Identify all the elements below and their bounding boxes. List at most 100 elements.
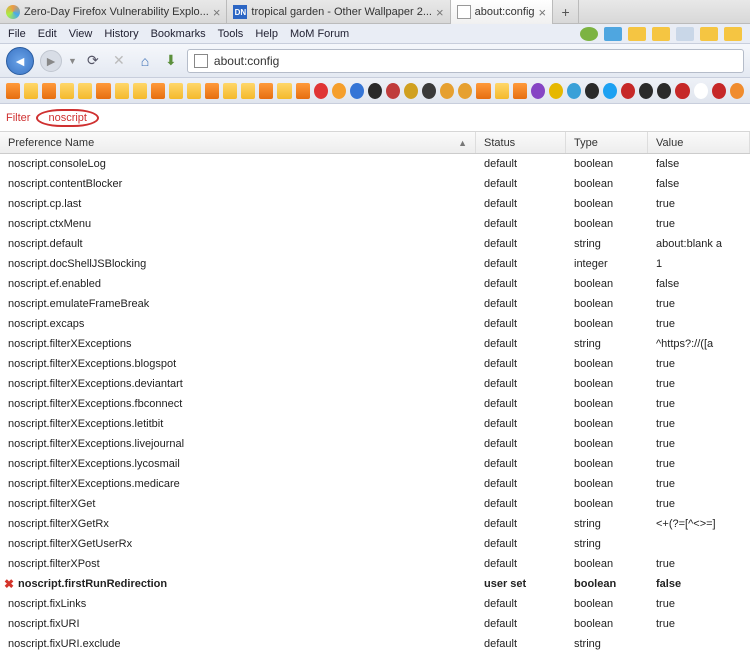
pref-row[interactable]: noscript.fixLinksdefaultbooleantrue: [0, 594, 750, 614]
bookmark-icon[interactable]: [368, 83, 382, 99]
folder-icon[interactable]: [78, 83, 92, 99]
col-status[interactable]: Status: [476, 132, 566, 153]
weather-icon[interactable]: [724, 27, 742, 41]
tab-2[interactable]: about:config ×: [451, 0, 554, 24]
tab-0[interactable]: Zero-Day Firefox Vulnerability Explo... …: [0, 0, 227, 24]
pref-row[interactable]: noscript.docShellJSBlockingdefaultintege…: [0, 254, 750, 274]
pref-row[interactable]: noscript.filterXExceptions.letitbitdefau…: [0, 414, 750, 434]
folder-icon[interactable]: [495, 83, 509, 99]
folder-icon[interactable]: [60, 83, 74, 99]
col-pref-name[interactable]: Preference Name▲: [0, 132, 476, 153]
download-button[interactable]: ⬇: [161, 51, 181, 71]
col-value[interactable]: Value: [648, 132, 750, 153]
pref-row[interactable]: noscript.filterXPostdefaultbooleantrue: [0, 554, 750, 574]
pref-row[interactable]: noscript.filterXExceptions.livejournalde…: [0, 434, 750, 454]
weather-icon[interactable]: [580, 27, 598, 41]
bookmark-icon[interactable]: [314, 83, 328, 99]
bookmark-icon[interactable]: [639, 83, 653, 99]
menu-help[interactable]: Help: [255, 28, 278, 40]
pref-row[interactable]: noscript.contentBlockerdefaultbooleanfal…: [0, 174, 750, 194]
rss-icon[interactable]: [96, 83, 110, 99]
new-tab-button[interactable]: +: [553, 0, 579, 24]
rss-icon[interactable]: [513, 83, 527, 99]
pref-row[interactable]: noscript.filterXGetRxdefaultstring<+(?=[…: [0, 514, 750, 534]
pref-row[interactable]: noscript.ctxMenudefaultbooleantrue: [0, 214, 750, 234]
close-icon[interactable]: ×: [436, 5, 444, 20]
folder-icon[interactable]: [241, 83, 255, 99]
weather-icon[interactable]: [700, 27, 718, 41]
pref-row[interactable]: noscript.ef.enableddefaultbooleanfalse: [0, 274, 750, 294]
bookmark-icon[interactable]: [621, 83, 635, 99]
history-dropdown-icon[interactable]: ▼: [68, 56, 77, 66]
bookmark-icon[interactable]: [422, 83, 436, 99]
pref-row[interactable]: noscript.defaultdefaultstringabout:blank…: [0, 234, 750, 254]
folder-icon[interactable]: [223, 83, 237, 99]
pref-row[interactable]: noscript.emulateFrameBreakdefaultboolean…: [0, 294, 750, 314]
bookmark-icon[interactable]: [603, 83, 617, 99]
bookmark-icon[interactable]: [567, 83, 581, 99]
menu-bookmarks[interactable]: Bookmarks: [151, 28, 206, 40]
bookmark-icon[interactable]: [332, 83, 346, 99]
col-type[interactable]: Type: [566, 132, 648, 153]
pref-row[interactable]: noscript.filterXExceptions.blogspotdefau…: [0, 354, 750, 374]
menu-view[interactable]: View: [69, 28, 93, 40]
bookmark-icon[interactable]: [694, 83, 708, 99]
pref-row[interactable]: noscript.fixURIdefaultbooleantrue: [0, 614, 750, 634]
bookmark-icon[interactable]: [458, 83, 472, 99]
bookmark-icon[interactable]: [386, 83, 400, 99]
reload-button[interactable]: ⟳: [83, 51, 103, 71]
filter-input[interactable]: noscript: [36, 109, 99, 127]
pref-row[interactable]: noscript.excapsdefaultbooleantrue: [0, 314, 750, 334]
rss-icon[interactable]: [259, 83, 273, 99]
folder-icon[interactable]: [133, 83, 147, 99]
rss-icon[interactable]: [205, 83, 219, 99]
home-button[interactable]: ⌂: [135, 51, 155, 71]
back-button[interactable]: ◄: [6, 47, 34, 75]
bookmark-icon[interactable]: [712, 83, 726, 99]
tab-1[interactable]: DN tropical garden - Other Wallpaper 2..…: [227, 0, 450, 24]
bookmark-icon[interactable]: [585, 83, 599, 99]
folder-icon[interactable]: [187, 83, 201, 99]
pref-row[interactable]: noscript.consoleLogdefaultbooleanfalse: [0, 154, 750, 174]
bookmark-icon[interactable]: [675, 83, 689, 99]
bookmark-icon[interactable]: [531, 83, 545, 99]
rss-icon[interactable]: [296, 83, 310, 99]
close-icon[interactable]: ×: [213, 5, 221, 20]
menu-history[interactable]: History: [104, 28, 138, 40]
pref-row[interactable]: noscript.filterXExceptions.deviantartdef…: [0, 374, 750, 394]
pref-row[interactable]: noscript.filterXExceptions.lycosmaildefa…: [0, 454, 750, 474]
rss-icon[interactable]: [476, 83, 490, 99]
pref-row[interactable]: noscript.filterXExceptions.fbconnectdefa…: [0, 394, 750, 414]
weather-icon[interactable]: [676, 27, 694, 41]
pref-row[interactable]: noscript.filterXExceptionsdefaultstring^…: [0, 334, 750, 354]
forward-button[interactable]: ►: [40, 50, 62, 72]
pref-row[interactable]: noscript.cp.lastdefaultbooleantrue: [0, 194, 750, 214]
pref-row[interactable]: noscript.filterXGetdefaultbooleantrue: [0, 494, 750, 514]
weather-icon[interactable]: [652, 27, 670, 41]
folder-icon[interactable]: [115, 83, 129, 99]
menu-edit[interactable]: Edit: [38, 28, 57, 40]
bookmark-icon[interactable]: [730, 83, 744, 99]
stop-button[interactable]: ✕: [109, 51, 129, 71]
bookmark-icon[interactable]: [549, 83, 563, 99]
rss-icon[interactable]: [151, 83, 165, 99]
folder-icon[interactable]: [169, 83, 183, 99]
menu-mom[interactable]: MoM Forum: [290, 28, 349, 40]
menu-tools[interactable]: Tools: [218, 28, 244, 40]
bookmark-icon[interactable]: [657, 83, 671, 99]
weather-icon[interactable]: [604, 27, 622, 41]
folder-icon[interactable]: [24, 83, 38, 99]
bookmark-icon[interactable]: [404, 83, 418, 99]
folder-icon[interactable]: [277, 83, 291, 99]
rss-icon[interactable]: [42, 83, 56, 99]
rss-icon[interactable]: [6, 83, 20, 99]
pref-row[interactable]: noscript.fixURI.excludedefaultstring: [0, 634, 750, 654]
menu-file[interactable]: File: [8, 28, 26, 40]
bookmark-icon[interactable]: [440, 83, 454, 99]
pref-row[interactable]: noscript.filterXExceptions.medicaredefau…: [0, 474, 750, 494]
weather-icon[interactable]: [628, 27, 646, 41]
close-icon[interactable]: ×: [539, 5, 547, 20]
pref-row[interactable]: noscript.firstRunRedirectionuser setbool…: [0, 574, 750, 594]
pref-row[interactable]: noscript.filterXGetUserRxdefaultstring: [0, 534, 750, 554]
url-bar[interactable]: about:config: [187, 49, 744, 73]
